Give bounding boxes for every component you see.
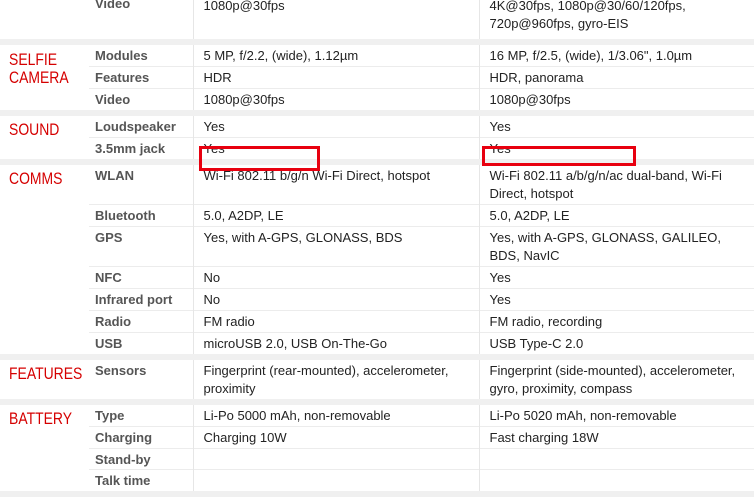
section-title-features: FEATURES <box>9 364 83 383</box>
spec-value-phone1: No <box>192 288 479 311</box>
spec-row: Radio FM radio FM radio, recording <box>0 310 754 333</box>
section-title-battery: BATTERY <box>9 409 73 428</box>
spec-label: Type <box>95 408 125 423</box>
spec-value-text: Wi-Fi Direct, hotspot <box>308 168 431 183</box>
spec-label: Talk time <box>89 469 193 491</box>
section-title-sound: SOUND <box>9 120 60 139</box>
spec-label: GPS <box>89 226 193 267</box>
spec-row: NFC No Yes <box>0 266 754 289</box>
spec-value-phone2: Yes <box>478 288 754 311</box>
spec-value-phone2: 16 MP, f/2.5, (wide), 1/3.06", 1.0µm <box>478 45 754 67</box>
spec-label: Bluetooth <box>89 204 193 227</box>
spec-value-phone1: Charging 10W <box>192 426 479 449</box>
spec-label: Loudspeaker <box>95 119 176 134</box>
spec-value-phone1: 5 MP, f/2.2, (wide), 1.12µm <box>192 45 479 67</box>
spec-value-phone2: Yes <box>478 137 754 159</box>
spec-value-phone2: Yes <box>478 116 754 138</box>
spec-row: Charging Charging 10W Fast charging 18W <box>0 426 754 449</box>
spec-row: GPS Yes, with A-GPS, GLONASS, BDS Yes, w… <box>0 226 754 267</box>
spec-value-phone2: Li-Po 5020 mAh, non-removable <box>478 405 754 427</box>
spec-value-phone1 <box>192 448 479 470</box>
spec-value-phone2: Fast charging 18W <box>478 426 754 449</box>
spec-label: Video <box>89 88 193 110</box>
spec-value-phone1: 1080p@30fps <box>192 88 479 110</box>
spec-value-phone1: Wi-Fi 802.11 b/g/n Wi-Fi Direct, hotspot <box>192 165 479 205</box>
spec-row: Talk time <box>0 469 754 491</box>
spec-value-phone1: Yes <box>192 116 479 138</box>
spec-value-phone2: 5.0, A2DP, LE <box>478 204 754 227</box>
spec-label: Infrared port <box>89 288 193 311</box>
section-title-selfie-camera: SELFIE CAMERA <box>9 50 69 87</box>
spec-value-phone2 <box>478 448 754 470</box>
spec-value-phone1: HDR <box>192 66 479 89</box>
spec-label: USB <box>89 332 193 354</box>
spec-row: FEATURES Sensors Fingerprint (rear-mount… <box>0 360 754 399</box>
spec-row: Bluetooth 5.0, A2DP, LE 5.0, A2DP, LE <box>0 204 754 227</box>
spec-value-phone2: FM radio, recording <box>478 310 754 333</box>
spec-value-phone1: 1080p@30fps <box>192 0 479 34</box>
spec-value-phone1 <box>192 469 479 491</box>
spec-comparison-table: Video 1080p@30fps 4K@30fps, 1080p@30/60/… <box>0 0 754 497</box>
spec-label: Sensors <box>95 363 147 378</box>
spec-row-wlan: COMMS WLAN Wi-Fi 802.11 b/g/n Wi-Fi Dire… <box>0 165 754 205</box>
spec-row: Stand-by <box>0 448 754 470</box>
spec-label: 3.5mm jack <box>89 137 193 159</box>
spec-value-phone2: HDR, panorama <box>478 66 754 89</box>
spec-value-phone1: 5.0, A2DP, LE <box>192 204 479 227</box>
spec-value-phone1: Li-Po 5000 mAh, non-removable <box>192 405 479 427</box>
spec-value-phone1: No <box>192 266 479 289</box>
section-title-comms: COMMS <box>9 169 63 188</box>
spec-value-phone2: USB Type-C 2.0 <box>478 332 754 354</box>
highlighted-text: Wi-Fi 802.11 b/g/n <box>203 168 309 183</box>
spec-value-phone2: 1080p@30fps <box>478 88 754 110</box>
spec-label: Features <box>89 66 193 89</box>
spec-label: Stand-by <box>89 448 193 470</box>
spec-value-phone2 <box>478 469 754 491</box>
spec-value-phone2: Yes <box>478 266 754 289</box>
spec-value-phone2: 4K@30fps, 1080p@30/60/120fps, 720p@960fp… <box>478 0 754 34</box>
section-separator <box>0 490 754 497</box>
spec-row: Features HDR HDR, panorama <box>0 66 754 89</box>
highlighted-text: Wi-Fi 802.11 a/b/g/n/ac <box>489 168 623 183</box>
spec-value-phone1: Yes <box>192 137 479 159</box>
spec-row: Video 1080p@30fps 1080p@30fps <box>0 88 754 110</box>
spec-row: Infrared port No Yes <box>0 288 754 311</box>
spec-value-phone1: Fingerprint (rear-mounted), acceleromete… <box>192 360 479 399</box>
spec-label: Charging <box>89 426 193 449</box>
spec-value-phone1: Yes, with A-GPS, GLONASS, BDS <box>192 226 479 267</box>
spec-label: Modules <box>95 48 148 63</box>
spec-row: SELFIE CAMERA Modules 5 MP, f/2.2, (wide… <box>0 45 754 87</box>
spec-value-phone2: Yes, with A-GPS, GLONASS, GALILEO, BDS, … <box>478 226 754 267</box>
spec-row: SOUND Loudspeaker Yes Yes <box>0 116 754 139</box>
spec-label: Radio <box>89 310 193 333</box>
spec-row-video-main: Video 1080p@30fps 4K@30fps, 1080p@30/60/… <box>0 0 754 39</box>
spec-value-phone1: microUSB 2.0, USB On-The-Go <box>192 332 479 354</box>
spec-value-phone1: FM radio <box>192 310 479 333</box>
spec-value-phone2: Fingerprint (side-mounted), acceleromete… <box>478 360 754 399</box>
spec-label: NFC <box>89 266 193 289</box>
spec-row: BATTERY Type Li-Po 5000 mAh, non-removab… <box>0 405 754 427</box>
spec-row: 3.5mm jack Yes Yes <box>0 137 754 159</box>
spec-comparison-page: Video 1080p@30fps 4K@30fps, 1080p@30/60/… <box>0 0 754 497</box>
spec-label: WLAN <box>95 168 134 183</box>
spec-value-phone2: Wi-Fi 802.11 a/b/g/n/ac dual-band, Wi-Fi… <box>478 165 754 205</box>
spec-row: USB microUSB 2.0, USB On-The-Go USB Type… <box>0 332 754 354</box>
spec-label: Video <box>95 0 131 11</box>
